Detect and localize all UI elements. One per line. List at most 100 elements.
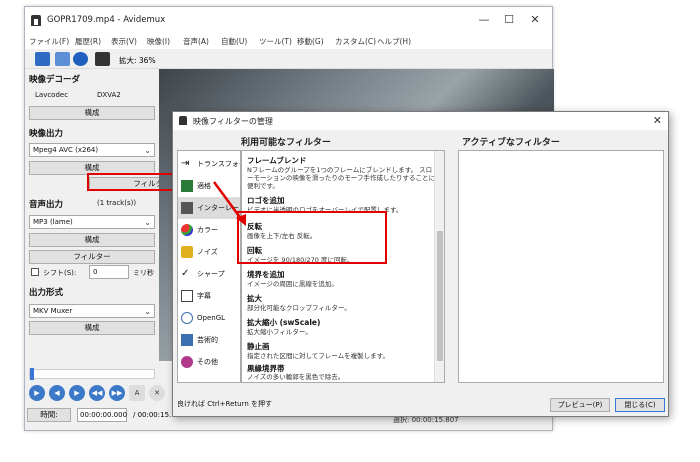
output-config-button[interactable]: 構成 (29, 321, 155, 335)
open-icon[interactable] (35, 52, 50, 66)
interlace-icon (181, 180, 193, 192)
category-item[interactable]: OpenGL (178, 307, 240, 329)
shift-checkbox[interactable] (31, 268, 39, 276)
preview-button[interactable]: プレビュー(P) (550, 398, 610, 412)
chevron-down-icon: ⌄ (144, 146, 151, 155)
video-decoder-title: 映像デコーダ (29, 75, 81, 85)
noise-icon (181, 246, 193, 258)
time-field[interactable]: 00:00:00.000 (77, 408, 127, 422)
menu-view[interactable]: 表示(V) (111, 36, 137, 47)
active-filter-list[interactable] (458, 150, 664, 383)
category-item[interactable]: 字幕 (178, 285, 240, 307)
filter-name[interactable]: ロゴを追加 (247, 195, 285, 206)
window-title: GOPR1709.mp4 - Avidemux (47, 15, 166, 25)
interlace-film-icon (181, 202, 193, 214)
forward-icon[interactable]: ▶▶ (109, 385, 125, 401)
category-item[interactable]: ⇥ トランスフォーム (178, 153, 240, 175)
marker-a-icon[interactable]: A (129, 385, 145, 401)
chevron-down-icon: ⌄ (144, 307, 151, 316)
dialog-close-button[interactable]: ✕ (653, 114, 662, 127)
shift-input[interactable]: 0 (89, 265, 129, 279)
dialog-title: 映像フィルターの管理 (193, 117, 273, 126)
menu-video[interactable]: 映像(I) (147, 36, 170, 47)
audio-codec-value: MP3 (lame) (33, 218, 73, 226)
filter-name[interactable]: 拡大 (247, 293, 262, 304)
decoder-codec-value: DXVA2 (97, 91, 121, 99)
play-icon[interactable]: ▶ (29, 385, 45, 401)
category-label: シャープ (197, 270, 225, 278)
chevron-down-icon: ⌄ (144, 218, 151, 227)
menu-bar: ファイル(F) 履歴(R) 表示(V) 映像(I) 音声(A) 自動(U) ツー… (25, 33, 552, 49)
clear-icon[interactable]: ✕ (149, 385, 165, 401)
opengl-icon (181, 312, 193, 324)
scroll-thumb[interactable] (437, 231, 443, 361)
color-icon (181, 224, 193, 236)
output-format-select[interactable]: MKV Muxer ⌄ (29, 304, 155, 318)
audio-config-button[interactable]: 構成 (29, 233, 155, 247)
menu-audio[interactable]: 音声(A) (183, 36, 209, 47)
time-total: / 00:00:15. (133, 411, 172, 419)
subtitle-icon (181, 290, 193, 302)
filter-description: 拡大縮小フィルター。 (247, 328, 312, 336)
filter-name[interactable]: 静止画 (247, 341, 270, 352)
info-icon[interactable] (73, 52, 88, 66)
shift-unit: ミリ秒 (133, 269, 154, 277)
maximize-button[interactable]: ☐ (499, 12, 519, 28)
dialog-title-bar: 映像フィルターの管理 ✕ (173, 112, 668, 130)
category-label: 字幕 (197, 292, 211, 300)
film-icon[interactable] (95, 52, 110, 66)
red-arrow-icon (212, 181, 246, 226)
video-output-title: 映像出力 (29, 129, 64, 139)
menu-help[interactable]: ヘルプ(H) (377, 36, 411, 47)
filter-description: 部分化可能なクロップフィルター。 (247, 304, 351, 312)
minimize-button[interactable]: — (474, 12, 494, 28)
filter-name[interactable]: 境界を追加 (247, 269, 285, 280)
decoder-codec-label: Lavcodec (35, 91, 69, 99)
close-button[interactable]: ✕ (525, 12, 545, 28)
seek-handle[interactable] (30, 368, 34, 380)
shift-value: 0 (93, 268, 98, 276)
filter-description: Nフレームのグループを1つのフレームにブレンドします。 スローモーションの映像を… (247, 166, 435, 190)
audio-tracks: (1 track(s)) (97, 199, 137, 207)
decoder-config-button[interactable]: 構成 (29, 106, 155, 120)
close-dialog-button[interactable]: 閉じる(C) (615, 398, 665, 412)
category-label: その他 (197, 358, 218, 366)
filter-name[interactable]: 拡大縮小 (swScale) (247, 317, 320, 328)
misc-icon (181, 356, 193, 368)
filter-list-scrollbar[interactable] (434, 151, 444, 382)
filter-description: ノイズの多い輪郭を黒色で除去。 (247, 373, 345, 381)
rewind-icon[interactable]: ◀◀ (89, 385, 105, 401)
title-bar: GOPR1709.mp4 - Avidemux — ☐ ✕ (25, 7, 552, 33)
category-item[interactable]: ノイズ (178, 241, 240, 263)
category-item[interactable]: ✓ シャープ (178, 263, 240, 285)
next-frame-icon[interactable]: ▶ (69, 385, 85, 401)
time-button[interactable]: 時間: (27, 408, 71, 422)
menu-auto[interactable]: 自動(U) (221, 36, 247, 47)
seek-bar[interactable] (29, 368, 155, 380)
sharpen-icon: ✓ (181, 268, 190, 279)
video-codec-select[interactable]: Mpeg4 AVC (x264) ⌄ (29, 143, 155, 157)
transform-icon: ⇥ (181, 158, 190, 169)
audio-output-title: 音声出力 (29, 200, 64, 210)
menu-tools[interactable]: ツール(T) (259, 36, 292, 47)
flip-rotate-highlight (237, 211, 387, 264)
toolbar: 拡大: 36% (25, 49, 552, 69)
video-codec-value: Mpeg4 AVC (x264) (33, 146, 99, 154)
category-label: 芸術的 (197, 336, 218, 344)
category-item[interactable]: 芸術的 (178, 329, 240, 351)
menu-go[interactable]: 移動(G) (297, 36, 324, 47)
prev-frame-icon[interactable]: ◀ (49, 385, 65, 401)
menu-custom[interactable]: カスタム(C) (335, 36, 376, 47)
menu-history[interactable]: 履歴(R) (75, 36, 101, 47)
category-label: ノイズ (197, 248, 218, 256)
filter-name[interactable]: フレームブレンド (247, 155, 306, 166)
shift-label: シフト(S): (43, 269, 77, 277)
available-filters-header: 利用可能なフィルター (241, 138, 331, 148)
menu-file[interactable]: ファイル(F) (29, 36, 69, 47)
audio-filter-button[interactable]: フィルター (29, 250, 155, 264)
category-item[interactable]: その他 (178, 351, 240, 373)
save-icon[interactable] (55, 52, 70, 66)
audio-codec-select[interactable]: MP3 (lame) ⌄ (29, 215, 155, 229)
app-icon (179, 116, 187, 125)
filter-manager-dialog: 映像フィルターの管理 ✕ 利用可能なフィルター アクティブなフィルター ⇥ トラ… (172, 111, 669, 417)
